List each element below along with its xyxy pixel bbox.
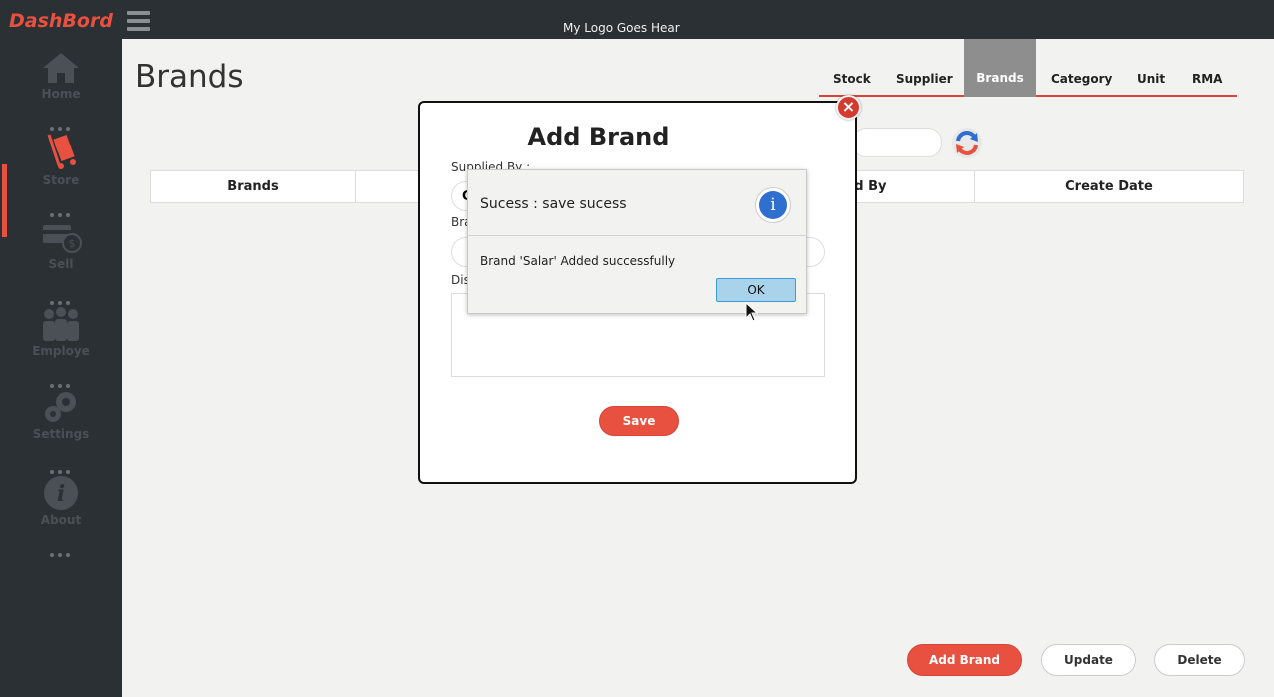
separator-dots [48,542,74,557]
top-bar: DashBord My Logo Goes Hear [0,0,1274,39]
app-logo: DashBord [9,10,113,32]
separator-dots [48,202,74,217]
alert-title: Sucess : save sucess [480,196,627,212]
sidebar-item-label: Sell [48,257,74,271]
about-icon: i [44,476,78,510]
ok-button[interactable]: OK [716,278,796,302]
search-input[interactable] [852,128,942,157]
add-brand-button[interactable]: Add Brand [907,644,1022,676]
svg-text:i: i [57,481,65,507]
tab-supplier[interactable]: Supplier [896,72,953,86]
separator-dots [48,290,74,305]
alert-header: Sucess : save sucess i [468,170,806,236]
tab-stock[interactable]: Stock [833,72,871,86]
info-glyph: i [759,191,787,219]
alert-message: Brand 'Salar' Added successfully [480,254,676,268]
employee-icon [43,307,79,341]
hamburger-menu-icon[interactable] [127,11,150,31]
delete-button[interactable]: Delete [1154,644,1245,676]
page-title: Brands [135,59,244,95]
refresh-icon[interactable] [951,127,983,159]
separator-dots [48,373,74,388]
column-header-brands[interactable]: Brands [151,171,356,202]
sidebar-item-label: About [40,513,82,527]
sidebar-item-label: Store [42,173,80,187]
sidebar-item-sell[interactable]: $ Sell [0,221,122,271]
close-icon[interactable]: × [836,95,861,120]
separator-dots [48,116,74,131]
home-icon [43,53,79,83]
separator-dots [48,459,74,474]
sell-icon: $ [43,225,82,253]
sidebar-item-home[interactable]: Home [0,51,122,101]
tab-category[interactable]: Category [1051,72,1112,86]
tab-rma[interactable]: RMA [1192,72,1222,86]
sidebar: Home Store $ Sell Employe Settings i Abo… [0,39,122,697]
save-button[interactable]: Save [599,406,679,436]
mouse-cursor-icon [745,302,759,322]
update-button[interactable]: Update [1041,644,1136,676]
dialog-title: Add Brand [527,123,670,151]
sidebar-item-about[interactable]: i About [0,475,122,527]
tab-bar: Stock Supplier Brands Category Unit RMA [819,39,1237,97]
svg-text:$: $ [69,237,76,250]
header-title: My Logo Goes Hear [563,21,680,35]
store-icon [47,134,76,169]
info-icon: i [755,187,791,223]
tab-unit[interactable]: Unit [1137,72,1165,86]
sidebar-item-employe[interactable]: Employe [0,306,122,358]
success-alert: Sucess : save sucess i Brand 'Salar' Add… [467,169,807,314]
tab-brands[interactable]: Brands [964,39,1036,97]
sidebar-item-label: Home [41,87,81,101]
sidebar-item-label: Employe [32,344,90,358]
sidebar-item-label: Settings [32,427,90,441]
column-header-create-date[interactable]: Create Date [975,171,1243,202]
sidebar-item-store[interactable]: Store [0,131,122,187]
settings-icon [45,392,76,422]
sidebar-item-settings[interactable]: Settings [0,389,122,441]
